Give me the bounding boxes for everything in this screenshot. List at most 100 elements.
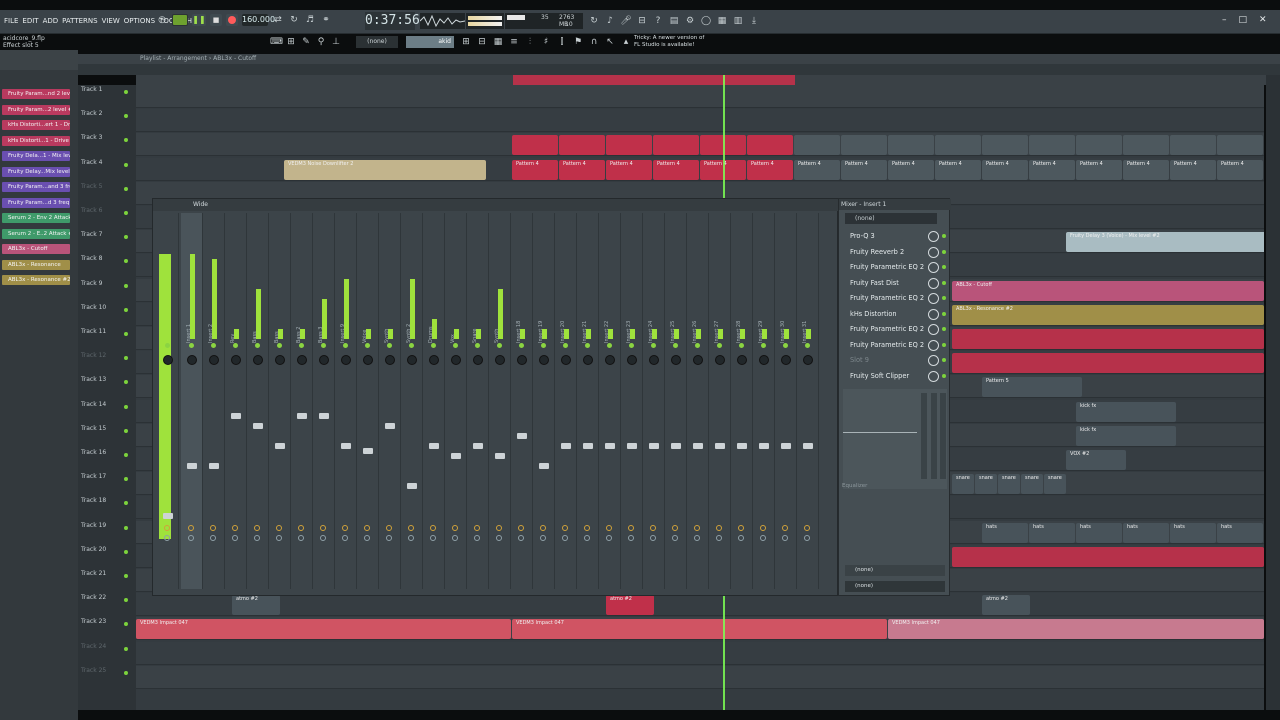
- stereo-knob[interactable]: [254, 535, 260, 541]
- mix-knob[interactable]: [928, 262, 939, 273]
- send-knob[interactable]: [671, 355, 681, 365]
- track-label[interactable]: Track 14: [81, 401, 106, 408]
- stereo-knob[interactable]: [408, 535, 414, 541]
- playlist-clip[interactable]: Pattern 4: [841, 159, 887, 180]
- tempo-display[interactable]: 160.000: [242, 14, 275, 26]
- playlist-clip[interactable]: [606, 135, 652, 156]
- playlist-clip[interactable]: kick fx: [1076, 401, 1176, 422]
- playlist-clip[interactable]: Pattern 4: [888, 159, 934, 180]
- stereo-knob[interactable]: [716, 535, 722, 541]
- pan-knob[interactable]: [760, 525, 766, 531]
- send-knob[interactable]: [495, 355, 505, 365]
- pattern-selector[interactable]: (none): [356, 36, 398, 48]
- volume-fader[interactable]: [319, 413, 329, 419]
- pan-knob[interactable]: [430, 525, 436, 531]
- track-label[interactable]: Track 19: [81, 522, 106, 529]
- stereo-knob[interactable]: [386, 535, 392, 541]
- mixer-title[interactable]: Wide: [153, 199, 839, 211]
- volume-fader[interactable]: [627, 443, 637, 449]
- track-label[interactable]: Track 6: [81, 207, 102, 214]
- slot-enable-led[interactable]: [942, 249, 946, 254]
- send-knob[interactable]: [517, 355, 527, 365]
- playlist-clip[interactable]: VEDM3 Impact 047: [888, 619, 1264, 640]
- playlist-clip[interactable]: VEDM3 Noise Downlifter 2: [284, 159, 486, 180]
- playlist-clip[interactable]: snare: [975, 474, 997, 495]
- pan-knob[interactable]: [738, 525, 744, 531]
- mixer-strip[interactable]: Bass 2: [291, 213, 313, 589]
- stereo-knob[interactable]: [584, 535, 590, 541]
- send-knob[interactable]: [253, 355, 263, 365]
- pan-knob[interactable]: [540, 525, 546, 531]
- playlist-clip[interactable]: kick fx: [1076, 425, 1176, 446]
- slot-enable-led[interactable]: [942, 327, 946, 331]
- stereo-knob[interactable]: [320, 535, 326, 541]
- track-mute-led[interactable]: [124, 138, 128, 143]
- eq-icon[interactable]: ≡: [508, 36, 520, 48]
- stereo-knob[interactable]: [430, 535, 436, 541]
- playlist-clip[interactable]: VEDM3 Impact 047: [136, 619, 511, 640]
- send-knob[interactable]: [737, 355, 747, 365]
- track-mute-led[interactable]: [124, 332, 128, 336]
- route-led[interactable]: [629, 343, 634, 348]
- playlist-clip[interactable]: atmo #2: [606, 595, 654, 616]
- playlist-clip[interactable]: hats: [1217, 522, 1263, 543]
- route-led[interactable]: [431, 343, 436, 348]
- pan-knob[interactable]: [474, 525, 480, 531]
- route-led[interactable]: [739, 343, 744, 348]
- help-icon[interactable]: ?: [652, 15, 664, 27]
- send-knob[interactable]: [539, 355, 549, 365]
- volume-fader[interactable]: [253, 423, 263, 429]
- slot-enable-led[interactable]: [942, 342, 946, 347]
- send-knob[interactable]: [275, 355, 285, 365]
- route-led[interactable]: [585, 343, 590, 348]
- volume-fader[interactable]: [781, 443, 791, 449]
- volume-fader[interactable]: [275, 443, 285, 449]
- track-mute-led[interactable]: [124, 259, 128, 264]
- track-mute-led[interactable]: [124, 211, 128, 215]
- track-lane[interactable]: [136, 665, 1264, 689]
- playlist-clip[interactable]: [982, 135, 1028, 156]
- route-led[interactable]: [409, 343, 414, 348]
- volume-fader[interactable]: [407, 483, 417, 489]
- browser-item[interactable]: kHs Distorti...1 - Drive #2: [2, 135, 70, 146]
- route-led[interactable]: [189, 343, 194, 348]
- stereo-knob[interactable]: [672, 535, 678, 541]
- mixer-strip[interactable]: Synth 2: [401, 213, 423, 589]
- volume-fader[interactable]: [363, 448, 373, 454]
- track-mute-led[interactable]: [124, 380, 128, 385]
- grid-icon[interactable]: ▦: [492, 36, 504, 48]
- pan-knob[interactable]: [164, 525, 170, 531]
- volume-fader[interactable]: [649, 443, 659, 449]
- playlist-clip[interactable]: snare: [1021, 474, 1043, 495]
- magnet-icon[interactable]: ∩: [588, 36, 600, 48]
- mixer-strip[interactable]: Insert 21: [577, 213, 599, 589]
- mix-knob[interactable]: [928, 277, 939, 289]
- mixer-strip[interactable]: Insert 19: [533, 213, 555, 589]
- volume-fader[interactable]: [561, 443, 571, 449]
- stereo-knob[interactable]: [606, 535, 612, 541]
- stereo-knob[interactable]: [760, 535, 766, 541]
- playlist-clip[interactable]: [935, 135, 981, 156]
- track-lane[interactable]: [136, 109, 1264, 133]
- song-time-display[interactable]: 0:37:56: [365, 12, 420, 30]
- track-label[interactable]: Track 17: [81, 473, 106, 480]
- send-knob[interactable]: [561, 355, 571, 365]
- route-led[interactable]: [321, 343, 326, 348]
- mix-knob[interactable]: [928, 308, 939, 320]
- mixer-strip[interactable]: Insert 23: [621, 213, 643, 589]
- route-led[interactable]: [233, 343, 238, 348]
- volume-fader[interactable]: [209, 463, 219, 469]
- mixer-strip[interactable]: Insert 29: [753, 213, 775, 589]
- effect-slot[interactable]: Fruity Parametric EQ 2: [843, 260, 947, 274]
- playlist-clip[interactable]: [1029, 135, 1075, 156]
- send-knob[interactable]: [341, 355, 351, 365]
- playlist-clip[interactable]: Pattern 4: [1123, 159, 1169, 180]
- stereo-knob[interactable]: [342, 535, 348, 541]
- pan-knob[interactable]: [386, 525, 392, 531]
- route-led[interactable]: [453, 343, 458, 348]
- mixer-track-icon[interactable]: ⊟: [476, 36, 488, 48]
- output-selector-2[interactable]: (none): [845, 581, 945, 592]
- playlist-clip[interactable]: Pattern 4: [653, 159, 699, 180]
- send-knob[interactable]: [473, 355, 483, 365]
- metronome-icon[interactable]: ◷: [156, 14, 168, 26]
